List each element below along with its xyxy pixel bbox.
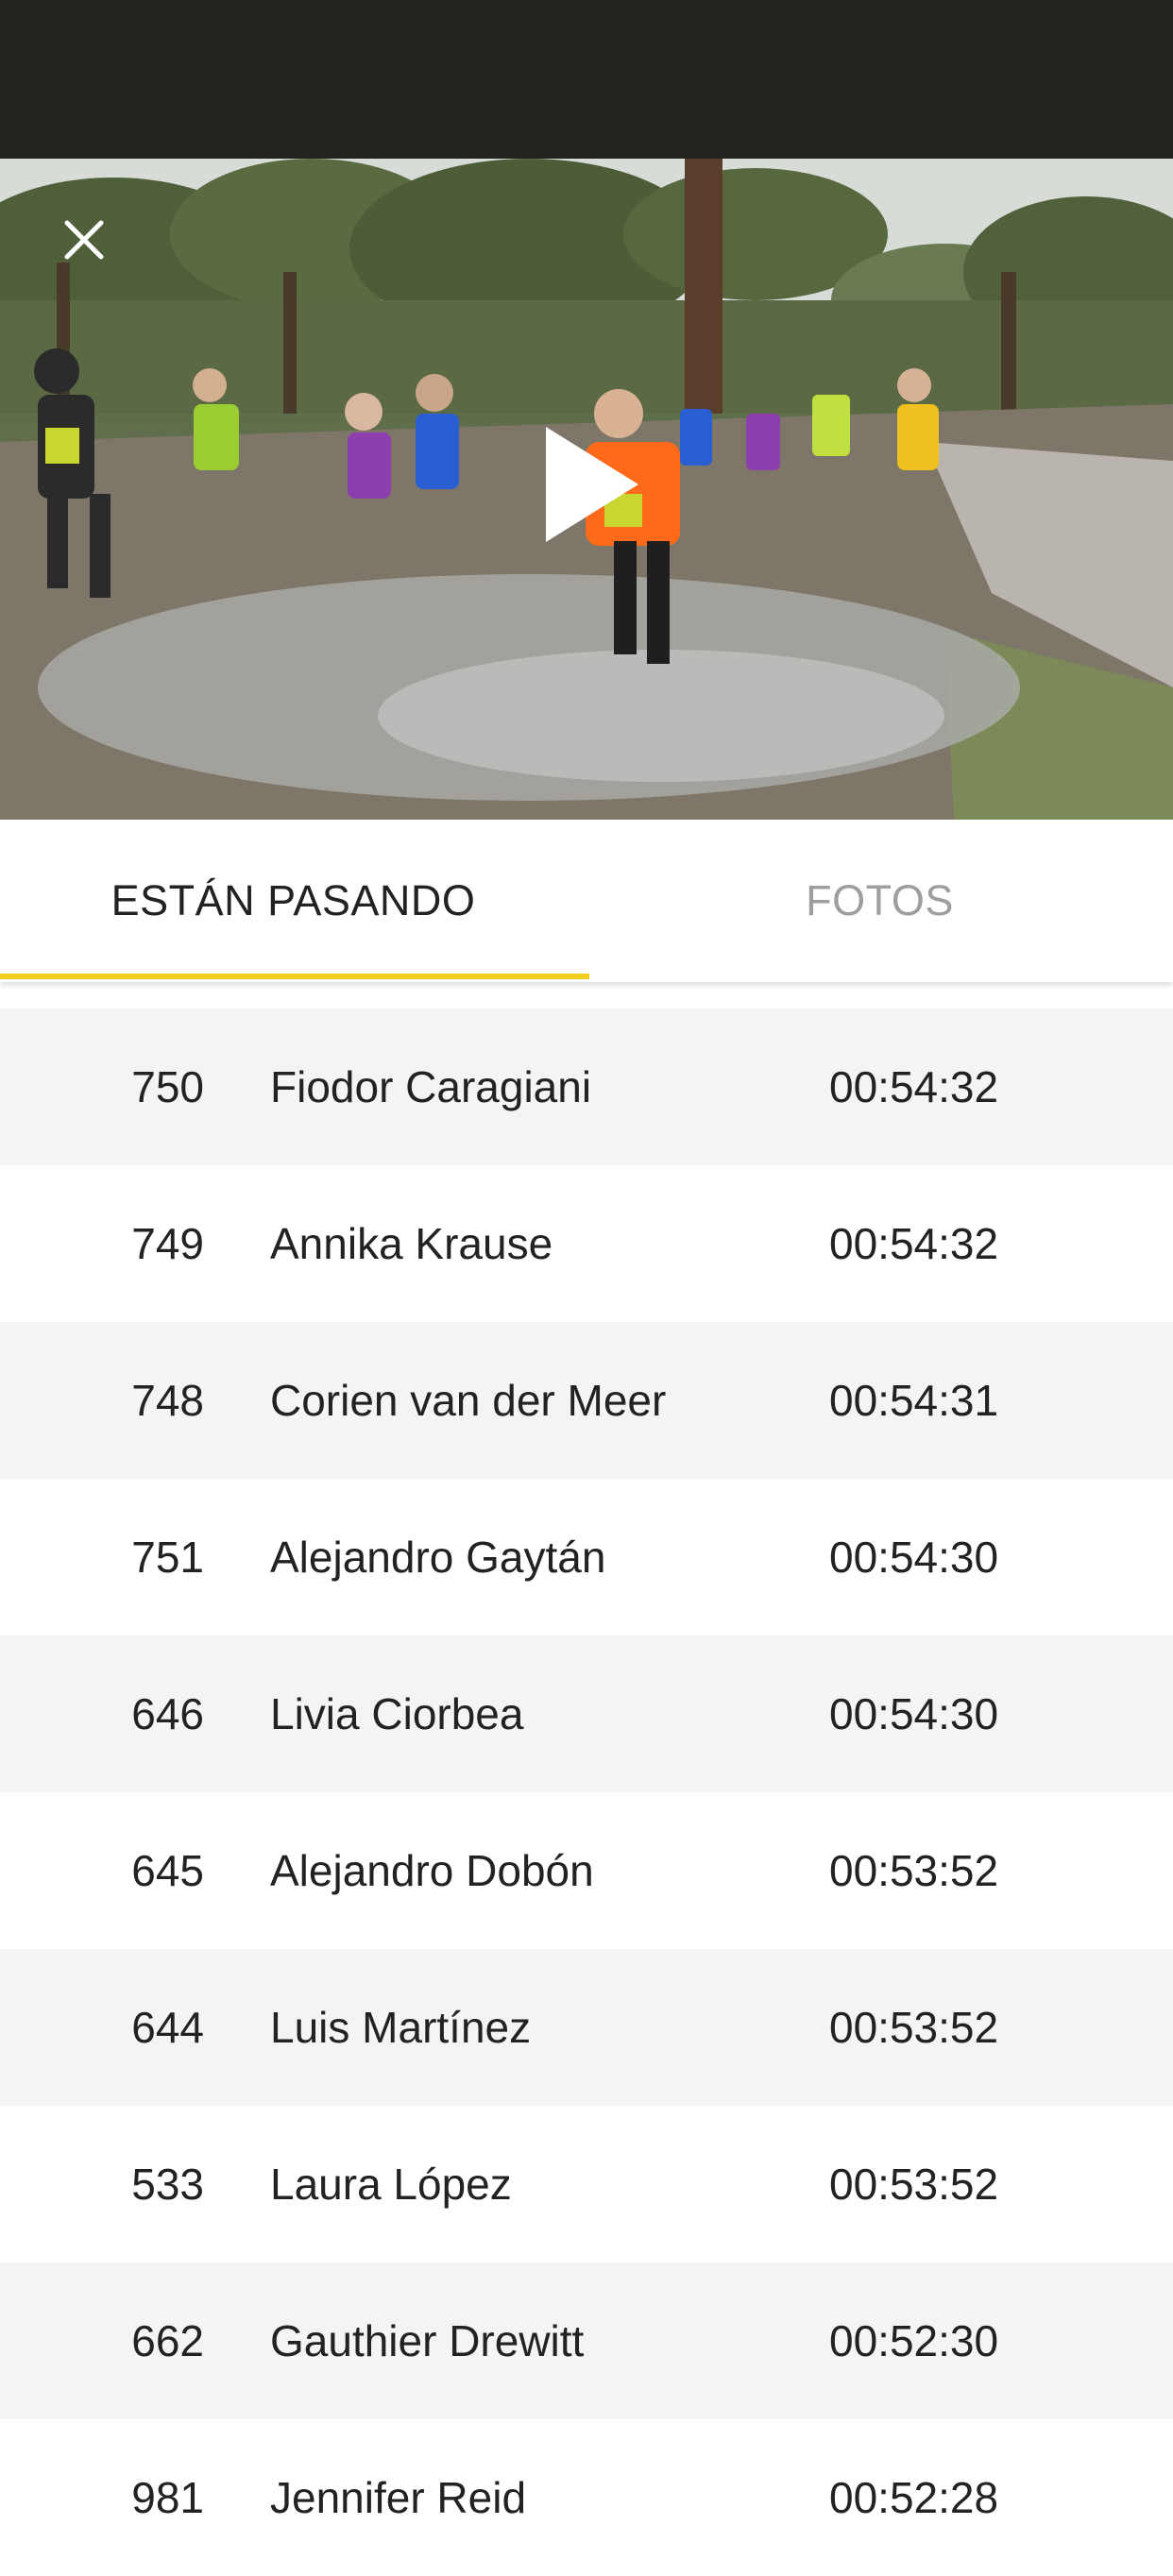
tab-bar: ESTÁN PASANDO FOTOS: [0, 820, 1173, 982]
runner-time: 00:53:52: [829, 1846, 999, 1895]
bib-number: 750: [131, 1062, 204, 1111]
runner-name: Livia Ciorbea: [270, 1689, 524, 1738]
runner-time: 00:52:30: [829, 2316, 999, 2365]
runner-name: Laura López: [270, 2160, 512, 2209]
bib-number: 644: [131, 2003, 204, 2052]
bib-number: 748: [131, 1376, 204, 1425]
bib-number: 662: [131, 2316, 204, 2365]
runner-name: Luis Martínez: [270, 2003, 532, 2052]
list-item[interactable]: 981 Jennifer Reid 00:52:28: [0, 2419, 1173, 2576]
runner-time: 00:53:52: [829, 2003, 999, 2052]
tab-photos-label: FOTOS: [806, 876, 954, 924]
runner-name: Fiodor Caragiani: [270, 1062, 592, 1111]
runner-list[interactable]: 750 Fiodor Caragiani 00:54:32 749 Annika…: [0, 1008, 1173, 2576]
runner-time: 00:52:28: [829, 2473, 999, 2522]
bib-number: 981: [131, 2473, 204, 2522]
play-button[interactable]: [538, 423, 642, 546]
list-item[interactable]: 646 Livia Ciorbea 00:54:30: [0, 1635, 1173, 1792]
list-item[interactable]: 662 Gauthier Drewitt 00:52:30: [0, 2262, 1173, 2419]
bib-number: 645: [131, 1846, 204, 1895]
runner-time: 00:53:52: [829, 2160, 999, 2209]
runner-time: 00:54:30: [829, 1533, 999, 1582]
runner-name: Annika Krause: [270, 1219, 553, 1268]
runner-time: 00:54:30: [829, 1689, 999, 1738]
runner-name: Alejandro Dobón: [270, 1846, 594, 1895]
runner-time: 00:54:32: [829, 1219, 999, 1268]
bib-number: 646: [131, 1689, 204, 1738]
runner-name: Alejandro Gaytán: [270, 1533, 606, 1582]
runner-time: 00:54:32: [829, 1062, 999, 1111]
runner-name: Gauthier Drewitt: [270, 2316, 585, 2365]
video-player[interactable]: [0, 159, 1173, 820]
bib-number: 533: [131, 2160, 204, 2209]
list-item[interactable]: 750 Fiodor Caragiani 00:54:32: [0, 1008, 1173, 1165]
close-icon: [64, 220, 104, 260]
bib-number: 749: [131, 1219, 204, 1268]
active-tab-indicator: [0, 974, 589, 979]
list-item[interactable]: 644 Luis Martínez 00:53:52: [0, 1949, 1173, 2106]
list-item[interactable]: 751 Alejandro Gaytán 00:54:30: [0, 1479, 1173, 1635]
list-item[interactable]: 748 Corien van der Meer 00:54:31: [0, 1322, 1173, 1479]
runner-name: Corien van der Meer: [270, 1376, 667, 1425]
tab-passing-label: ESTÁN PASANDO: [110, 876, 476, 924]
runner-name: Jennifer Reid: [270, 2473, 527, 2522]
bib-number: 751: [131, 1533, 204, 1582]
list-item[interactable]: 749 Annika Krause 00:54:32: [0, 1165, 1173, 1322]
status-bar: [0, 0, 1173, 159]
close-button[interactable]: [55, 211, 113, 269]
tab-passing[interactable]: ESTÁN PASANDO: [0, 820, 586, 982]
play-icon: [546, 427, 638, 542]
tab-photos[interactable]: FOTOS: [586, 820, 1173, 982]
list-item[interactable]: 533 Laura López 00:53:52: [0, 2106, 1173, 2262]
list-item[interactable]: 645 Alejandro Dobón 00:53:52: [0, 1792, 1173, 1949]
runner-time: 00:54:31: [829, 1376, 999, 1425]
